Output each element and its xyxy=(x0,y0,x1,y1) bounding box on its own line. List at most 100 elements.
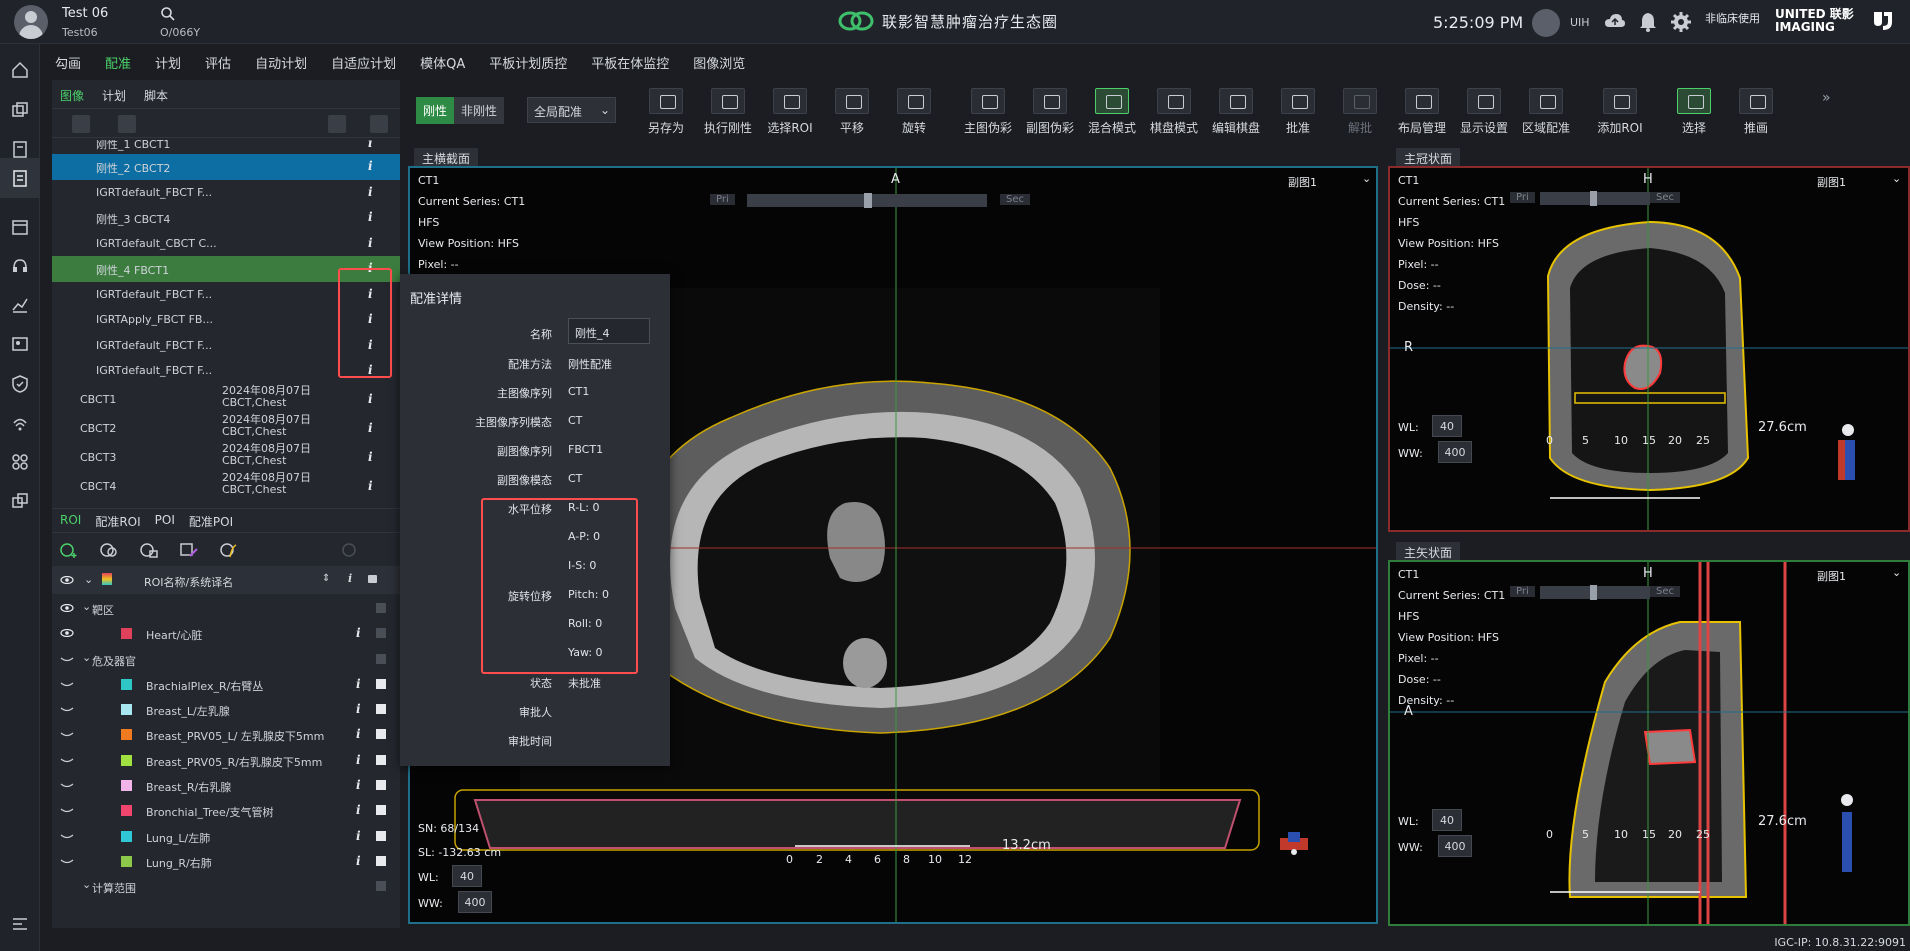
chevron-down-icon[interactable]: ⌄ xyxy=(82,600,91,613)
slider-thumb[interactable] xyxy=(1590,585,1597,600)
approve-tool[interactable]: 批准 xyxy=(1263,88,1333,138)
blend-slider[interactable] xyxy=(1540,585,1650,600)
grid-settings-icon[interactable] xyxy=(328,115,346,133)
eye-hidden-icon[interactable] xyxy=(60,756,74,764)
menu-phantom-qa[interactable]: 模体QA xyxy=(405,53,474,72)
series-group-row[interactable]: CBCT2 2024年08月07日 CBCT,Chest i xyxy=(52,413,400,442)
info-icon[interactable]: i xyxy=(368,421,373,435)
series-row[interactable]: IGRTdefault_FBCT F... i xyxy=(52,180,400,206)
info-icon[interactable]: i xyxy=(356,854,361,868)
tab-script[interactable]: 脚本 xyxy=(144,87,168,103)
id-card-icon[interactable] xyxy=(10,334,30,354)
cloud-icon[interactable] xyxy=(1604,11,1626,33)
pan-tool[interactable]: 平移 xyxy=(817,88,887,138)
menu-panel-plan-qc[interactable]: 平板计划质控 xyxy=(474,53,576,72)
info-icon[interactable]: i xyxy=(368,392,373,406)
tab-plan[interactable]: 计划 xyxy=(102,87,126,103)
ww-value[interactable]: 400 xyxy=(1438,441,1472,463)
ww-value[interactable]: 400 xyxy=(1438,835,1472,857)
info-icon[interactable]: i xyxy=(368,210,373,224)
menu-evaluate[interactable]: 评估 xyxy=(190,53,240,72)
primary-colormap-tool[interactable]: 主图伪彩 xyxy=(953,88,1023,138)
wl-value[interactable]: 40 xyxy=(1432,415,1462,437)
roi-group-icon[interactable] xyxy=(98,541,120,559)
grid-lock-icon[interactable] xyxy=(370,115,388,133)
push-draw-tool[interactable]: 推画 xyxy=(1721,88,1791,138)
info-icon[interactable]: i xyxy=(368,159,373,173)
roi-group-row[interactable]: ⌄ 靶区 xyxy=(52,596,400,621)
roi-row[interactable]: Breast_PRV05_L/ 左乳腺皮下5mm i xyxy=(52,722,400,747)
clipboard-icon[interactable] xyxy=(10,139,30,159)
add-roi-tool[interactable]: 添加ROI xyxy=(1585,88,1655,138)
user-avatar[interactable] xyxy=(1532,9,1560,37)
run-rigid-tool[interactable]: 执行刚性 xyxy=(693,88,763,138)
slider-thumb[interactable] xyxy=(1590,191,1597,206)
collapse-icon[interactable] xyxy=(10,914,30,934)
lock-icon[interactable] xyxy=(376,678,386,689)
tab-poi[interactable]: POI xyxy=(155,513,175,528)
lock-icon[interactable] xyxy=(376,805,386,816)
info-icon[interactable]: i xyxy=(368,185,373,199)
eye-hidden-icon[interactable] xyxy=(60,806,74,814)
signal-icon[interactable] xyxy=(10,413,30,433)
tab-roi[interactable]: ROI xyxy=(60,513,81,528)
select-tool[interactable]: 选择 xyxy=(1659,88,1729,138)
eye-hidden-icon[interactable] xyxy=(60,730,74,738)
sort-icon[interactable]: ⇕ xyxy=(322,573,330,584)
slider-thumb[interactable] xyxy=(864,193,872,208)
roi-row[interactable]: Lung_R/右肺 i xyxy=(52,849,400,874)
chevron-down-icon[interactable]: ⌄ xyxy=(82,651,91,664)
chevron-down-icon[interactable]: ⌄ xyxy=(84,573,93,586)
info-icon[interactable]: i xyxy=(368,479,373,493)
eye-hidden-icon[interactable] xyxy=(60,781,74,789)
roi-row[interactable]: BrachialPlex_R/右臂丛 i xyxy=(52,672,400,697)
tab-images[interactable]: 图像 xyxy=(60,87,84,103)
chevron-down-icon[interactable]: ⌄ xyxy=(1892,172,1901,185)
info-icon[interactable]: i xyxy=(356,702,361,716)
new-series-icon[interactable] xyxy=(72,115,90,133)
roi-row[interactable]: Heart/心脏 i xyxy=(52,621,400,646)
eye-icon[interactable] xyxy=(60,629,74,638)
lock-icon[interactable] xyxy=(376,855,386,866)
eye-hidden-icon[interactable] xyxy=(60,857,74,865)
series-group-row[interactable]: CBCT3 2024年08月07日 CBCT,Chest i xyxy=(52,442,400,471)
shield-icon[interactable] xyxy=(10,374,30,394)
roi-copy-icon[interactable] xyxy=(138,541,160,559)
lock-icon[interactable] xyxy=(368,575,377,583)
lock-icon[interactable] xyxy=(376,628,386,639)
series-row[interactable]: 刚性_3 CBCT4 i xyxy=(52,205,400,231)
gear-icon[interactable] xyxy=(1670,11,1692,33)
home-icon[interactable] xyxy=(10,60,30,80)
roi-edit-icon[interactable] xyxy=(178,541,200,559)
roi-color-swatch[interactable] xyxy=(121,678,132,690)
nonrigid-button[interactable]: 非刚性 xyxy=(454,97,505,124)
save-as-tool[interactable]: 另存为 xyxy=(631,88,701,138)
info-icon[interactable]: i xyxy=(356,727,361,741)
coronal-viewport[interactable]: CT1 Current Series: CT1 HFS View Positio… xyxy=(1388,166,1910,532)
sagittal-viewport[interactable]: CT1 Current Series: CT1 HFS View Positio… xyxy=(1388,560,1910,926)
chevron-down-icon[interactable]: ⌄ xyxy=(1892,566,1901,579)
layout-manager-tool[interactable]: 布局管理 xyxy=(1387,88,1457,138)
apps-icon[interactable] xyxy=(10,452,30,472)
chart-icon[interactable] xyxy=(10,295,30,315)
secondary-image-select[interactable]: 副图1 xyxy=(1288,174,1317,190)
lock-icon[interactable] xyxy=(376,830,386,841)
roi-group-row[interactable]: ⌄ 计算范围 xyxy=(52,874,400,899)
select-roi-tool[interactable]: 选择ROI xyxy=(755,88,825,138)
info-icon[interactable]: i xyxy=(368,236,373,250)
lock-icon[interactable] xyxy=(376,754,386,765)
calendar-icon[interactable] xyxy=(10,217,30,237)
headset-icon[interactable] xyxy=(10,256,30,276)
rigid-button[interactable]: 刚性 xyxy=(416,97,455,124)
roi-row[interactable]: Breast_L/左乳腺 i xyxy=(52,697,400,722)
roi-color-swatch[interactable] xyxy=(121,780,132,792)
add-roi-icon[interactable] xyxy=(58,541,80,559)
secondary-colormap-tool[interactable]: 副图伪彩 xyxy=(1015,88,1085,138)
transfer-icon[interactable] xyxy=(10,491,30,511)
eye-hidden-icon[interactable] xyxy=(60,832,74,840)
unapprove-tool[interactable]: 解批 xyxy=(1325,88,1395,138)
roi-row[interactable]: Lung_L/左肺 i xyxy=(52,824,400,849)
wl-value[interactable]: 40 xyxy=(452,865,482,887)
roi-color-swatch[interactable] xyxy=(121,704,132,716)
roi-name-header[interactable]: ROI名称/系统译名 xyxy=(144,574,233,590)
